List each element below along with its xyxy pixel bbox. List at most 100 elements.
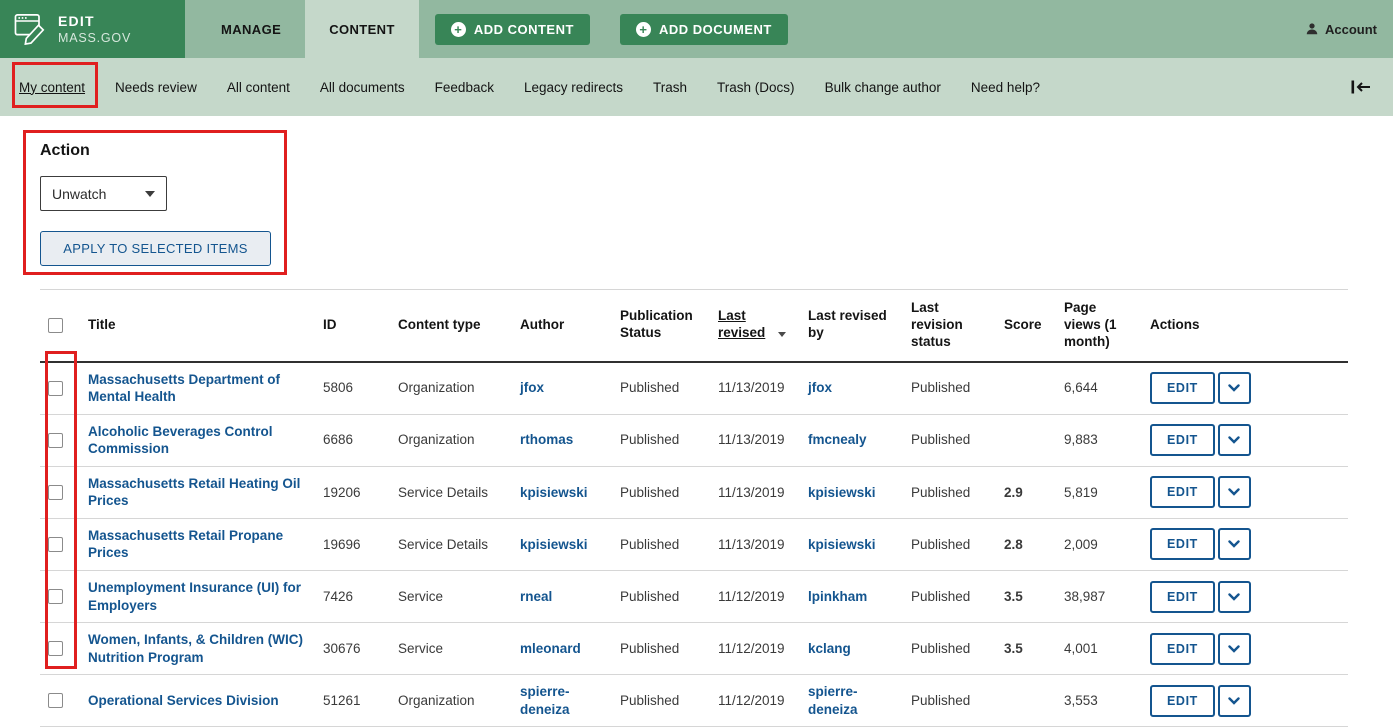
row-last-revised-by-link[interactable]: fmcnealy xyxy=(808,432,867,447)
row-last-revision-status: Published xyxy=(903,674,996,727)
edit-button[interactable]: EDIT xyxy=(1150,528,1215,561)
row-last-revised-by-link[interactable]: kpisiewski xyxy=(808,537,876,552)
row-title-link[interactable]: Massachusetts Retail Propane Prices xyxy=(88,527,307,562)
subnav-bulk-change-author[interactable]: Bulk change author xyxy=(810,80,956,95)
edit-dropdown-button[interactable] xyxy=(1217,528,1251,561)
edit-dropdown-button[interactable] xyxy=(1217,684,1251,717)
row-author-link[interactable]: kpisiewski xyxy=(520,485,588,500)
row-checkbox[interactable] xyxy=(48,380,63,396)
user-icon xyxy=(1306,23,1318,35)
table-row: Massachusetts Department of Mental Healt… xyxy=(40,361,1348,415)
add-content-button[interactable]: + ADD CONTENT xyxy=(434,13,590,45)
col-header-last-revised[interactable]: Last revised xyxy=(710,288,800,363)
row-title-link[interactable]: Operational Services Division xyxy=(88,692,279,710)
row-id: 30676 xyxy=(315,622,390,676)
row-last-revision-status: Published xyxy=(903,518,996,572)
subnav-all-content[interactable]: All content xyxy=(212,80,305,95)
row-title-link[interactable]: Massachusetts Retail Heating Oil Prices xyxy=(88,475,307,510)
row-page-views: 4,001 xyxy=(1056,622,1142,676)
sort-direction-icon[interactable] xyxy=(778,332,787,338)
row-checkbox[interactable] xyxy=(48,536,63,552)
subnav-trash-docs[interactable]: Trash (Docs) xyxy=(702,80,810,95)
row-last-revised-by-link[interactable]: lpinkham xyxy=(808,589,867,604)
row-content-type: Service Details xyxy=(390,466,512,519)
top-bar: EDIT MASS.GOV MANAGE CONTENT + ADD CONTE… xyxy=(0,0,1393,58)
subnav-needs-review[interactable]: Needs review xyxy=(100,80,212,95)
row-publication-status: Published xyxy=(612,570,710,624)
col-header-score[interactable]: Score xyxy=(996,288,1056,363)
row-author-link[interactable]: spierre-deneiza xyxy=(520,684,570,717)
edit-dropdown-button[interactable] xyxy=(1217,476,1251,509)
row-checkbox[interactable] xyxy=(48,693,63,709)
row-checkbox[interactable] xyxy=(48,484,63,500)
row-title-link[interactable]: Massachusetts Department of Mental Healt… xyxy=(88,371,307,406)
row-title-link[interactable]: Women, Infants, & Children (WIC) Nutriti… xyxy=(88,631,307,666)
row-id: 7426 xyxy=(315,570,390,624)
app-logo: EDIT MASS.GOV xyxy=(0,0,185,58)
last-revised-sort-link[interactable]: Last revised xyxy=(718,308,765,340)
edit-button[interactable]: EDIT xyxy=(1150,424,1215,457)
col-header-publication-status[interactable]: Publication Status xyxy=(612,288,710,363)
row-score: 2.8 xyxy=(996,518,1056,572)
action-select[interactable]: Unwatch xyxy=(40,176,167,211)
logo-line1: EDIT xyxy=(58,13,95,29)
edit-button[interactable]: EDIT xyxy=(1150,632,1215,665)
chevron-down-icon xyxy=(1228,436,1241,444)
edit-button[interactable]: EDIT xyxy=(1150,580,1215,613)
row-author-link[interactable]: rneal xyxy=(520,589,552,604)
row-title-link[interactable]: Unemployment Insurance (UI) for Employer… xyxy=(88,579,307,614)
subnav-legacy-redirects[interactable]: Legacy redirects xyxy=(509,80,638,95)
row-score xyxy=(996,414,1056,467)
row-author-link[interactable]: rthomas xyxy=(520,432,573,447)
add-document-button[interactable]: + ADD DOCUMENT xyxy=(619,13,788,45)
table-body: Massachusetts Department of Mental Healt… xyxy=(40,361,1348,727)
table-header-row: Title ID Content type Author Publication… xyxy=(40,288,1348,363)
edit-dropdown-button[interactable] xyxy=(1217,580,1251,613)
row-checkbox[interactable] xyxy=(48,641,63,657)
row-last-revised-by-link[interactable]: jfox xyxy=(808,380,832,395)
edit-button[interactable]: EDIT xyxy=(1150,684,1215,717)
subnav-all-documents[interactable]: All documents xyxy=(305,80,420,95)
table-row: Operational Services Division 51261 Orga… xyxy=(40,674,1348,727)
row-last-revised-by-link[interactable]: spierre-deneiza xyxy=(808,684,858,717)
row-last-revised: 11/13/2019 xyxy=(710,518,800,572)
col-header-page-views[interactable]: Page views (1 month) xyxy=(1056,288,1142,363)
subnav-my-content[interactable]: My content xyxy=(4,80,100,95)
collapse-sidebar-icon[interactable] xyxy=(1351,80,1371,94)
row-checkbox[interactable] xyxy=(48,589,63,605)
col-header-content-type[interactable]: Content type xyxy=(390,288,512,363)
row-last-revised-by-link[interactable]: kclang xyxy=(808,641,851,656)
select-all-checkbox[interactable] xyxy=(48,317,63,333)
row-score: 2.9 xyxy=(996,466,1056,519)
row-title-link[interactable]: Alcoholic Beverages Control Commission xyxy=(88,423,307,458)
subnav-need-help[interactable]: Need help? xyxy=(956,80,1055,95)
logo-line2: MASS.GOV xyxy=(58,31,132,45)
row-id: 5806 xyxy=(315,361,390,415)
row-checkbox[interactable] xyxy=(48,432,63,448)
edit-dropdown-button[interactable] xyxy=(1217,632,1251,665)
row-last-revised: 11/13/2019 xyxy=(710,414,800,467)
tab-manage[interactable]: MANAGE xyxy=(197,0,305,58)
row-author-link[interactable]: jfox xyxy=(520,380,544,395)
apply-to-selected-button[interactable]: APPLY TO SELECTED ITEMS xyxy=(40,231,271,266)
table-row: Women, Infants, & Children (WIC) Nutriti… xyxy=(40,622,1348,676)
add-document-label: ADD DOCUMENT xyxy=(658,21,772,37)
row-author-link[interactable]: mleonard xyxy=(520,641,581,656)
row-author-link[interactable]: kpisiewski xyxy=(520,537,588,552)
row-content-type: Service xyxy=(390,570,512,624)
edit-dropdown-button[interactable] xyxy=(1217,424,1251,457)
action-heading: Action xyxy=(40,142,90,159)
table-row: Unemployment Insurance (UI) for Employer… xyxy=(40,570,1348,624)
row-last-revised-by-link[interactable]: kpisiewski xyxy=(808,485,876,500)
edit-button[interactable]: EDIT xyxy=(1150,476,1215,509)
edit-button[interactable]: EDIT xyxy=(1150,372,1215,405)
subnav-feedback[interactable]: Feedback xyxy=(420,80,509,95)
chevron-down-icon xyxy=(1228,540,1241,549)
row-publication-status: Published xyxy=(612,414,710,467)
row-last-revised: 11/12/2019 xyxy=(710,570,800,624)
subnav-trash[interactable]: Trash xyxy=(638,80,702,95)
row-content-type: Service xyxy=(390,622,512,676)
account-menu[interactable]: Account xyxy=(1305,0,1377,58)
edit-dropdown-button[interactable] xyxy=(1217,372,1251,405)
tab-content[interactable]: CONTENT xyxy=(305,0,419,58)
